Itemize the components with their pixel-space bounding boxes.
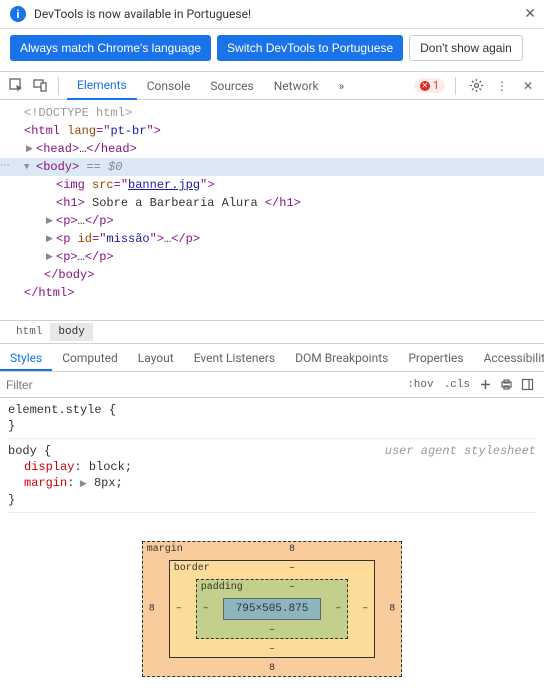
tab-accessibility[interactable]: Accessibility: [474, 344, 544, 371]
tab-layout[interactable]: Layout: [128, 344, 184, 371]
error-badge[interactable]: ✕1: [414, 78, 445, 93]
panel-tabs: Elements Console Sources Network »: [67, 72, 354, 100]
language-infobar: i DevTools is now available in Portugues…: [0, 0, 544, 29]
infobar-buttons: Always match Chrome's language Switch De…: [0, 29, 544, 72]
doctype: <!DOCTYPE html>: [24, 106, 132, 120]
collapse-icon[interactable]: ▼: [24, 158, 29, 176]
expand-icon[interactable]: ▶: [26, 140, 33, 158]
crumb-body[interactable]: body: [50, 323, 92, 341]
computed-panel-icon[interactable]: [517, 378, 538, 391]
tab-event-listeners[interactable]: Event Listeners: [184, 344, 285, 371]
separator: [455, 77, 456, 95]
close-icon[interactable]: ✕: [524, 6, 536, 22]
selector[interactable]: element.style: [8, 403, 102, 417]
crumb-html[interactable]: html: [8, 323, 50, 341]
dom-tree[interactable]: <!DOCTYPE html> <html lang="pt-br"> ▶<he…: [0, 100, 544, 300]
dismiss-button[interactable]: Don't show again: [409, 35, 523, 61]
hov-button[interactable]: :hov: [402, 379, 438, 391]
kebab-icon[interactable]: ⋮: [492, 76, 512, 96]
separator: [58, 77, 59, 95]
tab-computed[interactable]: Computed: [52, 344, 128, 371]
devtools-toolbar: Elements Console Sources Network » ✕1 ⋮ …: [0, 72, 544, 100]
match-language-button[interactable]: Always match Chrome's language: [10, 35, 211, 61]
breadcrumb: html body: [0, 320, 544, 344]
new-rule-icon[interactable]: [475, 378, 496, 391]
tab-properties[interactable]: Properties: [398, 344, 473, 371]
gutter-dots-icon[interactable]: ⋯: [0, 158, 9, 176]
tab-elements[interactable]: Elements: [67, 72, 137, 100]
tab-styles[interactable]: Styles: [0, 344, 52, 371]
src-link[interactable]: banner.jpg: [128, 178, 200, 192]
switch-language-button[interactable]: Switch DevTools to Portuguese: [217, 35, 403, 61]
stylesheet-origin: user agent stylesheet: [385, 443, 536, 459]
expand-shorthand-icon[interactable]: ▶: [74, 479, 86, 489]
tab-sources[interactable]: Sources: [200, 73, 263, 99]
selector[interactable]: body: [8, 444, 37, 458]
infobar-message: DevTools is now available in Portuguese!: [34, 7, 251, 21]
box-model[interactable]: margin 8 8 8 8 border – – – – padding – …: [0, 521, 544, 697]
tab-dom-breakpoints[interactable]: DOM Breakpoints: [285, 344, 398, 371]
expand-icon[interactable]: ▶: [46, 248, 53, 266]
cls-button[interactable]: .cls: [439, 379, 475, 391]
print-media-icon[interactable]: [496, 378, 517, 391]
close-devtools-icon[interactable]: ✕: [518, 76, 538, 96]
filter-input[interactable]: [6, 378, 402, 392]
device-toggle-icon[interactable]: [30, 76, 50, 96]
expand-icon[interactable]: ▶: [46, 212, 53, 230]
gear-icon[interactable]: [466, 76, 486, 96]
styles-filterbar: :hov .cls: [0, 372, 544, 398]
expand-icon[interactable]: ▶: [46, 230, 53, 248]
error-dot-icon: ✕: [420, 81, 430, 91]
css-rules[interactable]: element.style { } user agent stylesheet …: [0, 398, 544, 521]
inspect-icon[interactable]: [6, 76, 26, 96]
styles-tabs: Styles Computed Layout Event Listeners D…: [0, 344, 544, 372]
tab-network[interactable]: Network: [264, 73, 329, 99]
tab-console[interactable]: Console: [137, 73, 201, 99]
selected-node[interactable]: ⋯▼<body> == $0: [0, 158, 544, 176]
info-icon: i: [10, 6, 26, 22]
more-tabs-icon[interactable]: »: [329, 73, 355, 99]
content-size[interactable]: 795×505.875: [223, 598, 322, 620]
